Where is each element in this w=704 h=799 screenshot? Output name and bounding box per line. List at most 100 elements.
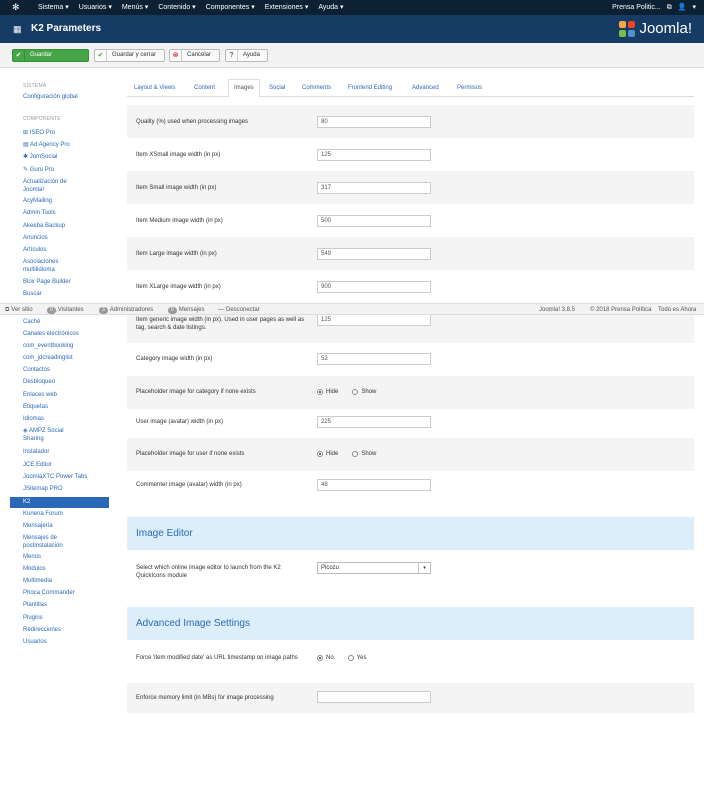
image-editor-select[interactable]: Picozu ▾ — [317, 562, 431, 574]
category-input[interactable]: 52 — [317, 353, 431, 365]
large-input[interactable]: 549 — [317, 248, 431, 260]
sidebar-item-canales-electr-nicos[interactable]: Canales electrónicos — [23, 330, 103, 338]
sidebar-item-anuncios[interactable]: Anuncios — [23, 234, 103, 242]
help-button[interactable]: ? Ayuda — [225, 49, 268, 62]
sidebar-item-mensajer-a[interactable]: Mensajería — [23, 522, 103, 530]
sidebar-item-asociaciones-multilidioma[interactable]: Asociaciones multilidioma — [23, 258, 83, 274]
sidebar-item-admin-tools[interactable]: Admin Tools — [23, 209, 103, 217]
sidebar-item-iseo-pro[interactable]: ⊞ ISEO Pro — [23, 129, 103, 137]
sidebar-item-desbloqueo[interactable]: Desbloqueo — [23, 378, 103, 386]
menu-sistema[interactable]: Sistema ▾ — [33, 0, 74, 15]
sidebar-item-m-dulos[interactable]: Módulos — [23, 565, 103, 573]
sidebar-item-plantillas[interactable]: Plantillas — [23, 601, 103, 609]
sidebar-item-kunena-forum[interactable]: Kunena Forum — [23, 510, 103, 518]
menu-contenido[interactable]: Contenido ▾ — [153, 0, 200, 15]
user-icon[interactable]: 👤 — [678, 0, 687, 15]
cat-placeholder-hide-radio[interactable] — [317, 389, 323, 395]
force-timestamp-no-radio[interactable] — [317, 655, 323, 661]
user-avatar-input[interactable]: 225 — [317, 416, 431, 428]
sidebar-item-actualizaci-n-de-joomla[interactable]: Actualización de Joomla! — [23, 178, 83, 194]
sidebar-item-com-jdcreadinglist[interactable]: com_jdcreadinglist — [23, 354, 103, 362]
tab-social[interactable]: Social — [269, 82, 285, 94]
sidebar-item-instalador[interactable]: Instalador — [23, 448, 103, 456]
user-placeholder-hide-label: Hide — [326, 451, 339, 457]
sidebar-item-k2[interactable]: K2 — [10, 497, 109, 508]
close-circle-icon: ⊗ — [170, 50, 182, 61]
sidebar-item-contactos[interactable]: Contactos — [23, 366, 103, 374]
save-button[interactable]: ✔ Guardar — [12, 49, 89, 62]
sidebar-item-com-eventbooking[interactable]: com_eventbooking — [23, 342, 103, 350]
sidebar-item-plugins[interactable]: Plugins — [23, 614, 103, 622]
sidebar-item-blox-page-builder[interactable]: Blox Page Builder — [23, 278, 103, 286]
sidebar-item-akeeba-backup[interactable]: Akeeba Backup — [23, 222, 103, 230]
sidebar-item-art-culos[interactable]: Artículos — [23, 246, 103, 254]
sidebar-item-idiomas[interactable]: Idiomas — [23, 415, 103, 423]
tab-permisos[interactable]: Permisos — [457, 82, 482, 94]
cat-placeholder-show-radio[interactable] — [352, 389, 359, 395]
tab-comments[interactable]: Comments — [302, 82, 331, 94]
sidebar-item-global-config[interactable]: Configuración global — [23, 93, 103, 101]
messages-badge: 0 — [168, 306, 177, 314]
tab-layout-views[interactable]: Layout & Views — [134, 82, 175, 94]
commenter-avatar-input[interactable]: 48 — [317, 479, 431, 491]
site-name-link[interactable]: Prensa Politic... — [612, 0, 661, 15]
menu-componentes[interactable]: Componentes ▾ — [201, 0, 260, 15]
generic-input[interactable]: 125 — [317, 314, 431, 326]
sidebar-item-men-s[interactable]: Menús — [23, 553, 103, 561]
tagline-text: Todo es Ahora — [658, 307, 697, 313]
check-icon: ✔ — [95, 50, 107, 61]
menu-menus[interactable]: Menús ▾ — [117, 0, 153, 15]
form-row-small: Item Small image width (in px) 317 — [127, 171, 694, 204]
sidebar-item-multimedia[interactable]: Multimedia — [23, 577, 103, 585]
view-site-link[interactable]: ⧉ Ver sitio — [5, 306, 33, 314]
medium-input[interactable]: 500 — [317, 215, 431, 227]
sidebar-item-cach[interactable]: Caché — [23, 318, 103, 326]
sidebar-item-ad-agency-pro[interactable]: ▤ Ad Agency Pro — [23, 141, 103, 149]
sidebar-item-joomlaxtc-power-tabs[interactable]: JoomlaXTC Power Tabs — [23, 473, 103, 481]
tab-advanced[interactable]: Advanced — [412, 82, 439, 94]
joomla-logo-icon[interactable]: ✻ — [12, 2, 22, 12]
menu-ayuda[interactable]: Ayuda ▾ — [313, 0, 348, 15]
status-bar: ⧉ Ver sitio 0 Visitantes 3 Administrador… — [0, 303, 704, 315]
sidebar-item-etiquetas[interactable]: Etiquetas — [23, 403, 103, 411]
logout-link[interactable]: — Desconectar — [218, 306, 260, 314]
question-icon: ? — [226, 50, 238, 61]
cancel-button[interactable]: ⊗ Cancelar — [169, 49, 220, 62]
quality-input[interactable]: 80 — [317, 116, 431, 128]
sidebar-item-jsitemap-pro[interactable]: JSitemap PRO — [23, 485, 103, 493]
user-menu-caret[interactable]: ▾ — [692, 0, 696, 15]
xlarge-label: Item XLarge image width (in px) — [136, 284, 221, 290]
chevron-down-icon: ▾ — [418, 563, 430, 573]
save-close-button[interactable]: ✔ Guardar y cerrar — [94, 49, 165, 62]
grid-icon: ▦ — [13, 24, 22, 34]
sidebar-item-enlaces-web[interactable]: Enlaces web — [23, 391, 103, 399]
sidebar-item-mensajes-de-postinstalaci-n[interactable]: Mensajes de postinstalación — [23, 534, 83, 550]
sidebar-item-buscar[interactable]: Buscar — [23, 290, 103, 298]
xsmall-input[interactable]: 125 — [317, 149, 431, 161]
messages-indicator[interactable]: 0 Mensajes — [168, 306, 204, 314]
small-input[interactable]: 317 — [317, 182, 431, 194]
sidebar-item-jce-editor[interactable]: JCE Editor — [23, 461, 103, 469]
user-placeholder-show-radio[interactable] — [352, 451, 359, 457]
tab-content[interactable]: Content — [194, 82, 215, 94]
xlarge-input[interactable]: 900 — [317, 281, 431, 293]
tab-images[interactable]: Images — [228, 79, 260, 98]
sidebar-item-phoca-commander[interactable]: Phoca Commander — [23, 589, 103, 597]
sidebar-item-usuarios[interactable]: Usuarios — [23, 638, 103, 646]
force-timestamp-yes-radio[interactable] — [347, 655, 354, 661]
menu-usuarios[interactable]: Usuarios ▾ — [74, 0, 117, 15]
sidebar-item-guru-pro[interactable]: ✎ Guru Pro — [23, 166, 103, 174]
config-tabs: Layout & Views Content Images Social Com… — [127, 79, 694, 98]
form-row-quality: Quality (%) used when processing images … — [127, 105, 694, 138]
user-placeholder-hide-radio[interactable] — [317, 451, 323, 457]
cat-placeholder-label: Placeholder image for category if none e… — [136, 389, 256, 395]
sidebar-item-ampz-social-sharing[interactable]: ◈ AMPZ Social Sharing — [23, 427, 83, 443]
memory-limit-input[interactable] — [317, 691, 431, 703]
menu-extensiones[interactable]: Extensiones ▾ — [260, 0, 314, 15]
medium-label: Item Medium image width (in px) — [136, 218, 223, 224]
sidebar-item-jomsocial[interactable]: ✱ JomSocial — [23, 153, 103, 161]
external-link-icon[interactable]: ⧉ — [667, 0, 672, 15]
sidebar-item-acymailing[interactable]: AcyMailing — [23, 197, 103, 205]
sidebar-item-redirecciones[interactable]: Redirecciones — [23, 626, 103, 634]
tab-frontend-editing[interactable]: Frontend Editing — [348, 82, 392, 94]
